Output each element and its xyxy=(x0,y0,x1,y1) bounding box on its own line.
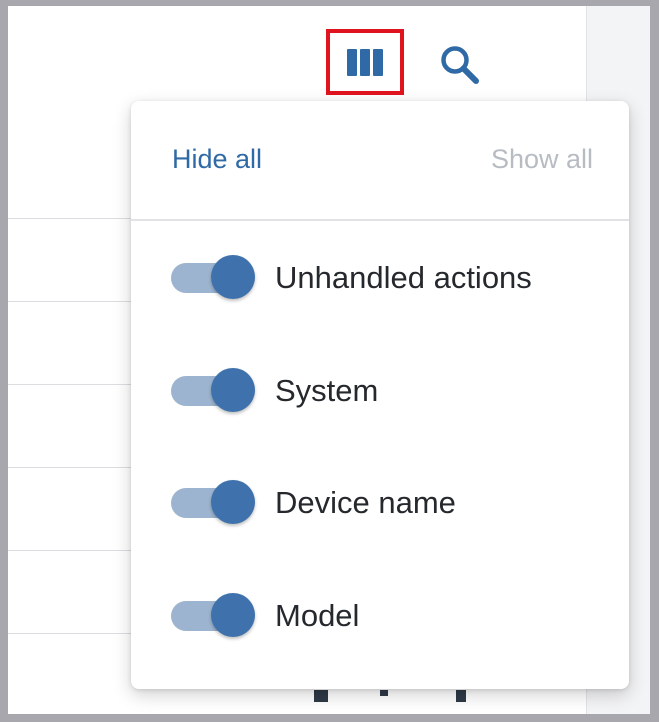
columns-button[interactable] xyxy=(326,29,404,95)
row-action-icon xyxy=(380,690,388,696)
toggle-knob xyxy=(211,593,255,637)
column-toggle-label: Device name xyxy=(275,485,456,520)
column-toggle-label: Model xyxy=(275,598,360,633)
app-frame: Hide all Show all Unhandled actions Syst… xyxy=(8,6,650,714)
toggle-switch[interactable] xyxy=(171,253,255,303)
toggle-knob xyxy=(211,368,255,412)
hide-all-button[interactable]: Hide all xyxy=(172,144,262,175)
row-action-icon xyxy=(314,690,328,702)
column-toggle-unhandled-actions[interactable]: Unhandled actions xyxy=(171,253,532,303)
search-button[interactable] xyxy=(438,43,482,87)
column-toggle-label: Unhandled actions xyxy=(275,260,532,295)
row-action-icon xyxy=(456,690,466,702)
toggle-switch[interactable] xyxy=(171,591,255,641)
column-toggle-model[interactable]: Model xyxy=(171,591,359,641)
toggle-knob xyxy=(211,480,255,524)
column-toggle-system[interactable]: System xyxy=(171,366,378,416)
toggle-switch[interactable] xyxy=(171,478,255,528)
column-visibility-menu: Hide all Show all Unhandled actions Syst… xyxy=(131,101,629,689)
column-menu-header: Hide all Show all xyxy=(131,101,629,221)
show-all-button[interactable]: Show all xyxy=(491,144,593,175)
view-columns-icon xyxy=(347,48,383,76)
search-icon xyxy=(441,46,479,84)
toggle-knob xyxy=(211,255,255,299)
column-toggle-device-name[interactable]: Device name xyxy=(171,478,456,528)
toggle-switch[interactable] xyxy=(171,366,255,416)
column-toggle-label: System xyxy=(275,373,379,408)
